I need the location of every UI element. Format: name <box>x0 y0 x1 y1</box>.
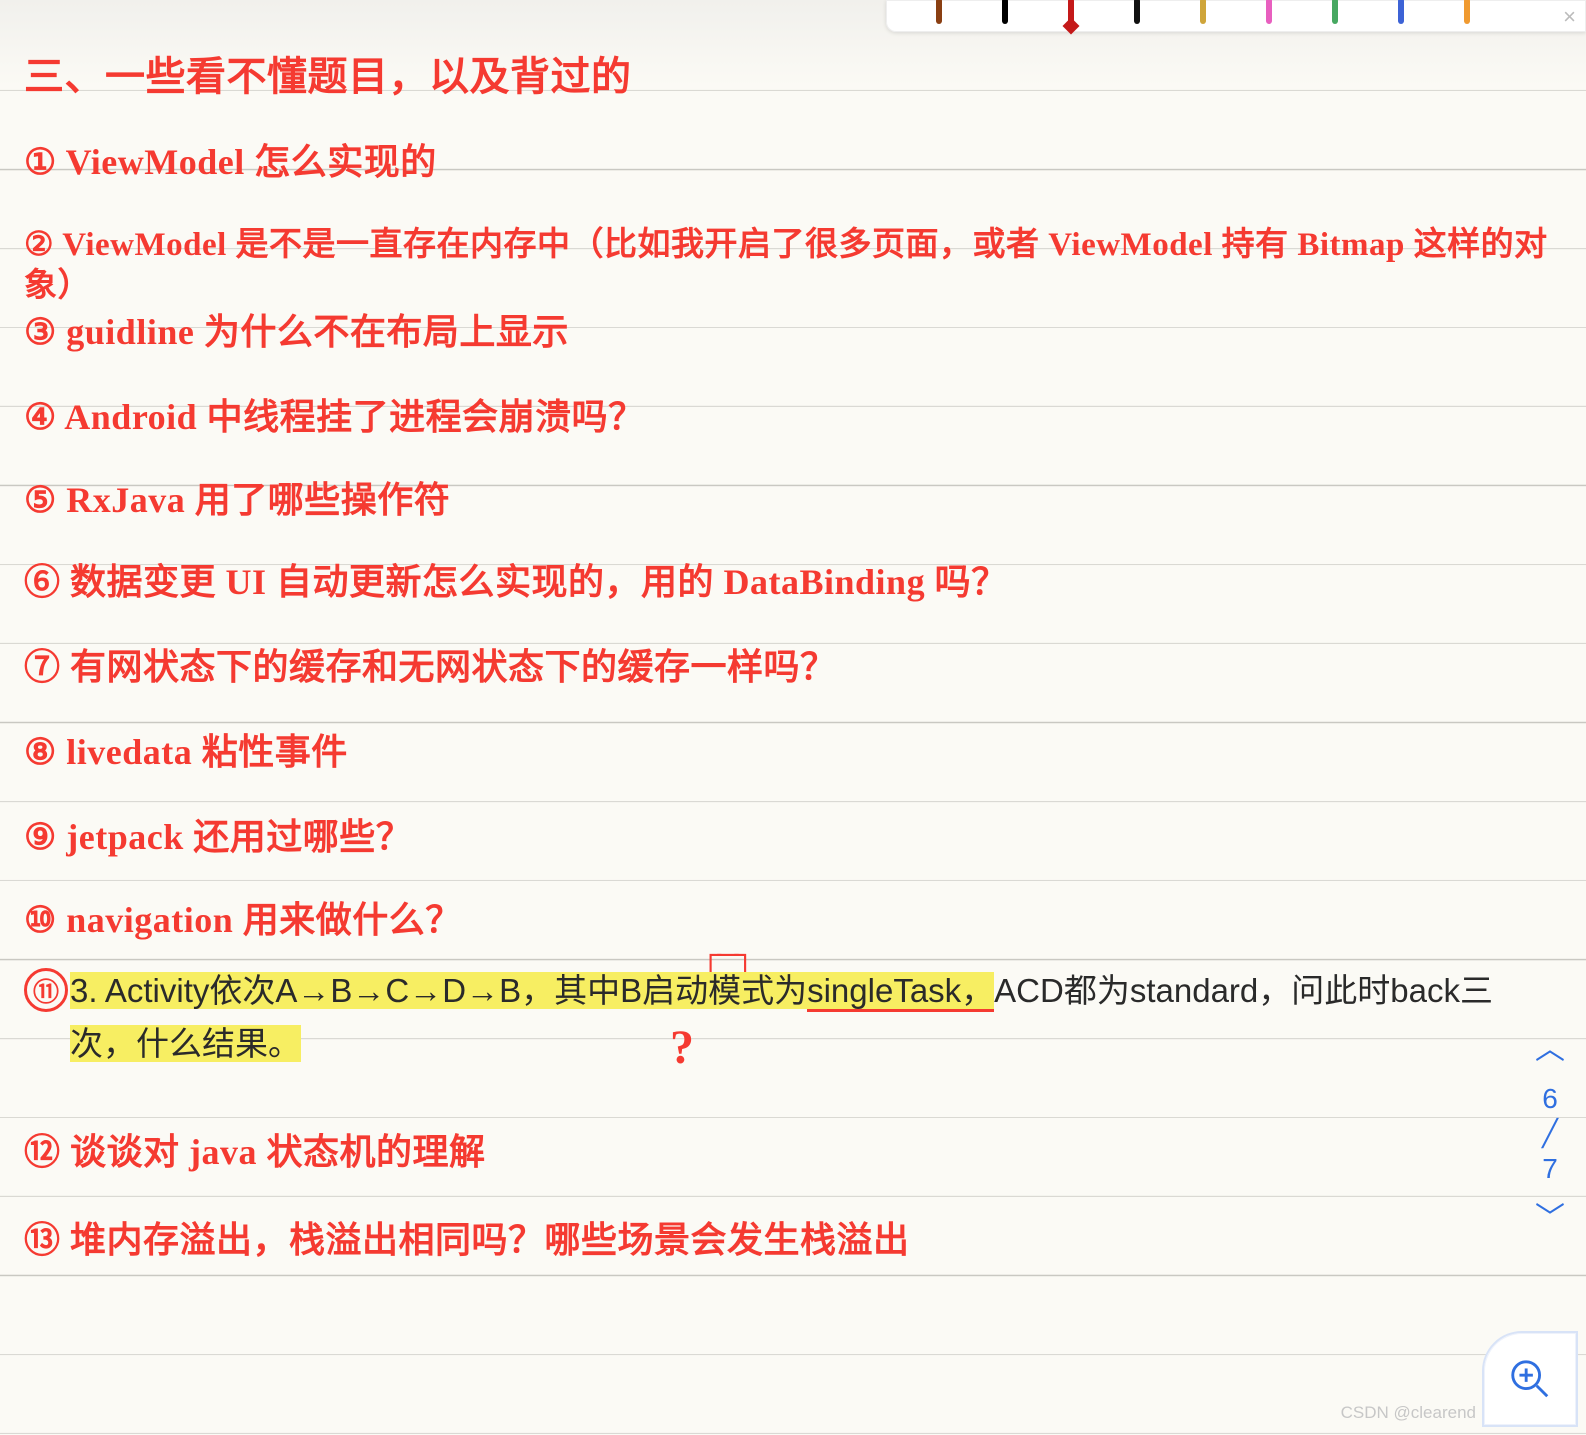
color-swatch[interactable] <box>1398 0 1404 24</box>
note-line: ② ViewModel 是不是一直存在内存中（比如我开启了很多页面，或者 Vie… <box>24 225 1556 308</box>
note-line: ⑦ 有网状态下的缓存和无网状态下的缓存一样吗？ <box>24 645 1556 690</box>
note-line: ⑤ RxJava 用了哪些操作符 <box>24 478 1556 523</box>
color-swatch[interactable] <box>1266 0 1272 24</box>
color-swatch[interactable] <box>1068 0 1074 30</box>
color-toolbar: × <box>886 0 1586 32</box>
note-line: ③ guidline 为什么不在布局上显示 <box>24 310 1556 355</box>
color-swatch[interactable] <box>1332 0 1338 24</box>
page-up-button[interactable]: ︿ <box>1532 1035 1568 1065</box>
question-mark-annotation: ? <box>670 1020 694 1075</box>
typed-seg: 3. <box>70 972 105 1009</box>
note-line: ⑨ jetpack 还用过哪些？ <box>24 815 1556 860</box>
note-line: ⑩ navigation 用来做什么？ <box>24 898 1556 943</box>
typed-seg: ACD都为standard，问此时back三 <box>994 972 1493 1009</box>
page-navigator: ︿ 6 ╱ 7 ﹀ <box>1532 1035 1568 1234</box>
color-swatch[interactable] <box>1200 0 1206 24</box>
note-line: ⑬ 堆内存溢出，栈溢出相同吗？哪些场景会发生栈溢出 <box>24 1218 1556 1263</box>
pasted-question: 3. Activity依次A→B→C→D→B，其中B启动模式为singleTas… <box>70 965 1556 1071</box>
note-line: ⑫ 谈谈对 java 状态机的理解 <box>24 1130 1556 1175</box>
color-swatch[interactable] <box>1134 0 1140 24</box>
close-icon[interactable]: × <box>1563 4 1576 30</box>
watermark: CSDN @clearend <box>1341 1403 1476 1423</box>
note-line: ⑥ 数据变更 UI 自动更新怎么实现的，用的 DataBinding 吗？ <box>24 560 1556 605</box>
note-line: ① ViewModel 怎么实现的 <box>24 140 1556 185</box>
color-swatch[interactable] <box>1464 0 1470 24</box>
zoom-in-button[interactable] <box>1482 1331 1578 1427</box>
page-current: 6 <box>1532 1081 1568 1117</box>
circled-number: ⑪ <box>24 968 68 1012</box>
page-sep: ╱ <box>1532 1117 1568 1151</box>
color-swatch[interactable] <box>936 0 942 24</box>
note-line: ⑧ livedata 粘性事件 <box>24 730 1556 775</box>
note-line: ④ Android 中线程挂了进程会崩溃吗？ <box>24 395 1556 440</box>
section-title: 三、一些看不懂题目，以及背过的 <box>24 52 1556 102</box>
typed-seg-underline: singleTask， <box>807 972 994 1012</box>
typed-seg: Activity依次A→B→C→D→B，其中B启动模式为 <box>105 972 807 1009</box>
page-indicator: 6 ╱ 7 <box>1532 1081 1568 1188</box>
page-total: 7 <box>1532 1151 1568 1187</box>
note-page: × 三、一些看不懂题目，以及背过的 ① ViewModel 怎么实现的 ② Vi… <box>0 0 1586 1435</box>
color-swatch[interactable] <box>1002 0 1008 24</box>
zoom-in-icon <box>1507 1356 1553 1402</box>
typed-seg: 次，什么结果。 <box>70 1025 301 1062</box>
page-down-button[interactable]: ﹀ <box>1532 1204 1568 1234</box>
